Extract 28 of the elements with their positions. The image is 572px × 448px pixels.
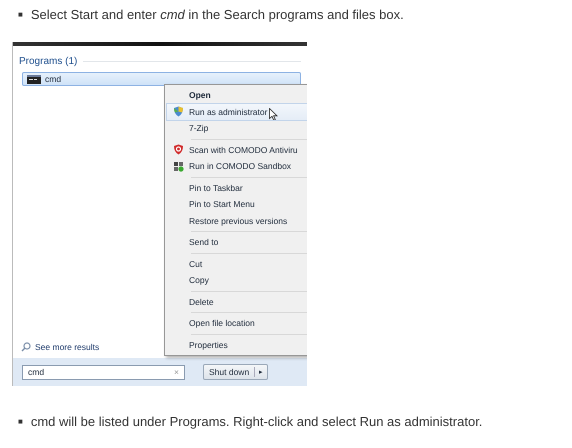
bullet: ■ xyxy=(18,10,23,18)
bullet: ■ xyxy=(18,416,23,426)
console-icon xyxy=(27,74,41,84)
menu-item[interactable]: 7-Zip xyxy=(167,120,307,136)
program-item[interactable]: cmd xyxy=(22,72,301,86)
menu-item[interactable]: Restore previous versions xyxy=(167,212,307,229)
search-field[interactable]: cmd × xyxy=(22,364,185,380)
section-title: Programs (1) xyxy=(19,56,78,67)
sandbox-icon xyxy=(172,160,184,172)
menu-item[interactable]: Pin to Start Menu xyxy=(167,196,307,212)
menu-item[interactable]: Copy xyxy=(167,272,307,288)
menu-item[interactable]: Scan with COMODO Antiviru xyxy=(167,142,307,158)
search-icon xyxy=(21,342,31,352)
instruction-text: Select Start and enter cmd in the Search programs and files box. xyxy=(30,6,404,22)
menu-item[interactable]: Properties xyxy=(167,336,307,353)
shield-icon xyxy=(172,106,184,118)
menu-item[interactable]: Run as administrator xyxy=(167,104,307,120)
menu-item[interactable]: Delete xyxy=(167,294,307,310)
see-more-results-link[interactable]: See more results xyxy=(35,342,100,352)
shut-down-button[interactable]: Shut down xyxy=(204,367,256,377)
menu-item[interactable]: Run in COMODO Sandbox xyxy=(167,158,307,174)
menu-item[interactable]: Pin to Taskbar xyxy=(167,180,307,196)
shield-icon xyxy=(172,144,184,156)
menu-item[interactable]: Open file location xyxy=(167,315,307,332)
menu-item[interactable]: Cut xyxy=(167,256,307,272)
menu-item[interactable]: Open xyxy=(167,87,307,104)
instruction-text: cmd will be listed under Programs. Right-click and select Run as administrator. xyxy=(30,414,482,428)
menu-item[interactable]: Send to xyxy=(167,234,307,250)
